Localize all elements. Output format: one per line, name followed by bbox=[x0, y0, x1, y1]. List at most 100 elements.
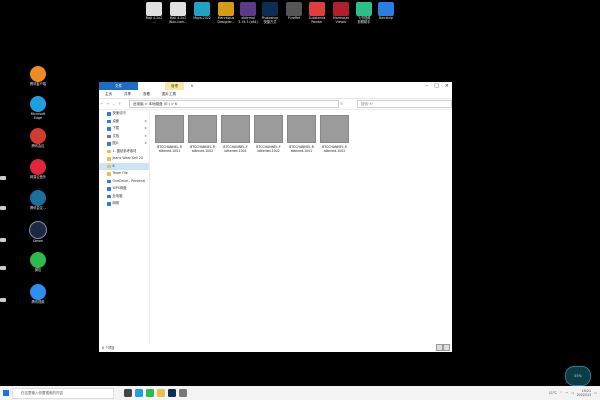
desktop-icon-feishu-video[interactable]: 飞书视频 剪辑助手 bbox=[353, 2, 375, 24]
close-button[interactable]: × bbox=[445, 83, 449, 89]
nav-item-documents[interactable]: 文档 ✱ bbox=[99, 133, 149, 141]
nav-item-folder-jeans[interactable]: Jeans Wear Sell 20 bbox=[99, 155, 149, 163]
desktop-icon-marmoset-viewer[interactable]: Marmoset Viewer bbox=[330, 2, 352, 24]
refresh-icon[interactable]: ↻ bbox=[339, 102, 345, 106]
nav-item-folder-team[interactable]: Team File bbox=[99, 170, 149, 178]
volume-icon[interactable]: ◁ bbox=[571, 391, 573, 395]
task-view-icon[interactable] bbox=[124, 389, 132, 397]
image-thumbnail bbox=[254, 115, 283, 143]
status-bar: 6 个项目 bbox=[99, 344, 455, 352]
network-icon bbox=[107, 202, 111, 206]
window-title: K bbox=[191, 84, 194, 88]
large-icons-view-icon[interactable] bbox=[443, 344, 450, 351]
ribbon-tab-picture-tools[interactable]: 图片工具 bbox=[156, 92, 182, 97]
ribbon-tab-share[interactable]: 共享 bbox=[118, 92, 137, 97]
pin-icon: ✱ bbox=[144, 133, 147, 138]
manage-tab[interactable]: 管理 bbox=[165, 82, 184, 90]
desktop-icon-netease-music[interactable]: 网易云音乐 bbox=[26, 159, 50, 180]
clock[interactable]: 19:21 2022/1/3 bbox=[577, 389, 591, 397]
network-icon[interactable]: ◠ bbox=[565, 391, 568, 395]
maximize-button[interactable]: □ bbox=[434, 83, 439, 89]
details-view-icon[interactable] bbox=[436, 344, 443, 351]
item-count: 6 个项目 bbox=[102, 346, 115, 350]
nav-item-folder-k[interactable]: K bbox=[99, 162, 149, 170]
file-list: BTCCHANNEL-R attened.1001 BTCCHANNEL-R a… bbox=[154, 115, 452, 344]
system-tray: 11°C ⌃ ◠ ◁ 19:21 2022/1/3 ▭ bbox=[549, 386, 597, 400]
desktop-icon-photoshop[interactable]: Photoshop 快捷方式 bbox=[259, 2, 281, 24]
pictures-folder-icon bbox=[107, 142, 111, 146]
pureref-icon bbox=[286, 2, 302, 16]
windows-start-icon[interactable] bbox=[3, 390, 9, 396]
nav-item-network[interactable]: 网络 bbox=[99, 200, 149, 208]
desktop-icon-tencent-meeting[interactable]: 腾讯会议 bbox=[26, 128, 50, 149]
desktop-icon-substance-painter[interactable]: Substance Painter bbox=[306, 2, 328, 24]
desktop-icon-xnormal[interactable]: xNormal 3.19.3 (x64) bbox=[237, 2, 259, 24]
wechat-taskbar-icon[interactable] bbox=[146, 389, 154, 397]
nav-item-onedrive[interactable]: OneDrive - Personal bbox=[99, 178, 149, 186]
ribbon-tab-file[interactable]: 文件 bbox=[99, 82, 138, 90]
nav-item-desktop[interactable]: 桌面 ✱ bbox=[99, 118, 149, 126]
file-explorer-window: 管理 K – □ × 文件 主页 共享 查看 图片工具 ← → ⌄ ↑ 此电脑 … bbox=[99, 82, 452, 352]
desktop-icon-tencent-client[interactable]: 腾讯客户端 bbox=[26, 66, 50, 87]
app-taskbar-icon[interactable] bbox=[179, 389, 187, 397]
taskbar-search-input[interactable]: 在这里输入你要搜索的内容 bbox=[12, 387, 114, 399]
title-bar: 管理 K – □ × bbox=[99, 82, 452, 90]
file-item[interactable]: BTCCHANNEL-R attened.1002 bbox=[187, 115, 218, 153]
ribbon-tab-view[interactable]: 查看 bbox=[137, 92, 156, 97]
chevron-up-icon[interactable]: ⌃ bbox=[560, 391, 563, 395]
address-bar-row: ← → ⌄ ↑ 此电脑 > 本地磁盘 (E:) > K ↻ 搜索"K" bbox=[99, 99, 452, 110]
file-item[interactable]: BTCCHANNEL-F lattened.1002 bbox=[253, 115, 284, 153]
tencent-client-icon bbox=[30, 66, 46, 82]
folder-icon bbox=[107, 172, 111, 176]
file-explorer-taskbar-icon[interactable] bbox=[157, 389, 165, 397]
ribbon-tab-home[interactable]: 主页 bbox=[99, 92, 118, 97]
desktop-icon-mail-4-2x2-noncom[interactable]: Mail 4.2x2 (Non-com... bbox=[167, 2, 189, 24]
file-item[interactable]: BTCCHANNEL-R attened.1001 bbox=[286, 115, 317, 153]
offscreen-icon-fragment bbox=[0, 206, 6, 210]
up-arrow-icon[interactable]: ↑ bbox=[117, 102, 123, 106]
tencent-video-icon bbox=[30, 284, 46, 300]
computer-icon bbox=[107, 194, 111, 198]
tencent-meeting-icon bbox=[30, 190, 46, 206]
folder-icon bbox=[107, 164, 111, 168]
desktop-icon-edge[interactable]: Microsoft Edge bbox=[26, 96, 50, 121]
pin-icon: ✱ bbox=[144, 118, 147, 123]
netease-music-icon bbox=[30, 159, 46, 175]
edge-icon bbox=[30, 96, 46, 112]
minimize-button[interactable]: – bbox=[426, 83, 429, 89]
file-item[interactable]: BTCCHANNEL-F lattened.1001 bbox=[220, 115, 251, 153]
edge-taskbar-icon[interactable] bbox=[135, 389, 143, 397]
notification-icon[interactable]: ▭ bbox=[594, 391, 597, 395]
desktop-icon-tencent-meeting-2[interactable]: 腾讯会议... bbox=[26, 190, 50, 211]
weather-text[interactable]: 11°C bbox=[549, 391, 557, 395]
search-input[interactable]: 搜索"K" bbox=[357, 100, 452, 108]
desktop-icon-marvelous-designer[interactable]: Marvelous Designer... bbox=[215, 2, 237, 24]
performance-widget[interactable]: 55% bbox=[565, 366, 591, 386]
desktop-icon-tencent-video[interactable]: 腾讯视频 bbox=[26, 284, 50, 305]
photoshop-taskbar-icon[interactable] bbox=[168, 389, 176, 397]
nav-item-this-pc[interactable]: 此电脑 bbox=[99, 193, 149, 201]
desktop-icon-steam[interactable]: Steam bbox=[26, 221, 50, 244]
file-item[interactable]: BTCCHANNEL-R attened.1001 bbox=[154, 115, 185, 153]
nav-item-downloads[interactable]: 下载 ✱ bbox=[99, 125, 149, 133]
mail-app-icon bbox=[146, 2, 162, 16]
address-input[interactable]: 此电脑 > 本地磁盘 (E:) > K bbox=[129, 100, 339, 108]
photoshop-icon bbox=[262, 2, 278, 16]
nav-item-quick-access[interactable]: 快速访问 bbox=[99, 110, 149, 118]
desktop-icon-pureref[interactable]: PureRef bbox=[283, 2, 305, 21]
nav-item-folder-reference[interactable]: 1. 图纸参考素材 bbox=[99, 148, 149, 156]
desktop-icon-bandizip[interactable]: Bandizip bbox=[375, 2, 397, 21]
nav-item-wps-drive[interactable]: WPS网盘 bbox=[99, 185, 149, 193]
file-item[interactable]: BTCCHANNEL-R attened.1002 bbox=[319, 115, 350, 153]
moyo-icon bbox=[194, 2, 210, 16]
offscreen-icon-fragment bbox=[0, 176, 6, 180]
desktop-icon-moyo[interactable]: Moyo.2022 bbox=[191, 2, 213, 21]
steam-icon bbox=[29, 221, 47, 239]
xnormal-icon bbox=[240, 2, 256, 16]
cloud-icon bbox=[107, 179, 111, 183]
desktop-icon-wechat[interactable]: 微信 bbox=[26, 252, 50, 273]
mail-app-icon bbox=[170, 2, 186, 16]
image-thumbnail bbox=[287, 115, 316, 143]
nav-item-pictures[interactable]: 图片 ✱ bbox=[99, 140, 149, 148]
desktop-icon-mail-4-2x2[interactable]: Mail 4.2x2 ... bbox=[143, 2, 165, 24]
